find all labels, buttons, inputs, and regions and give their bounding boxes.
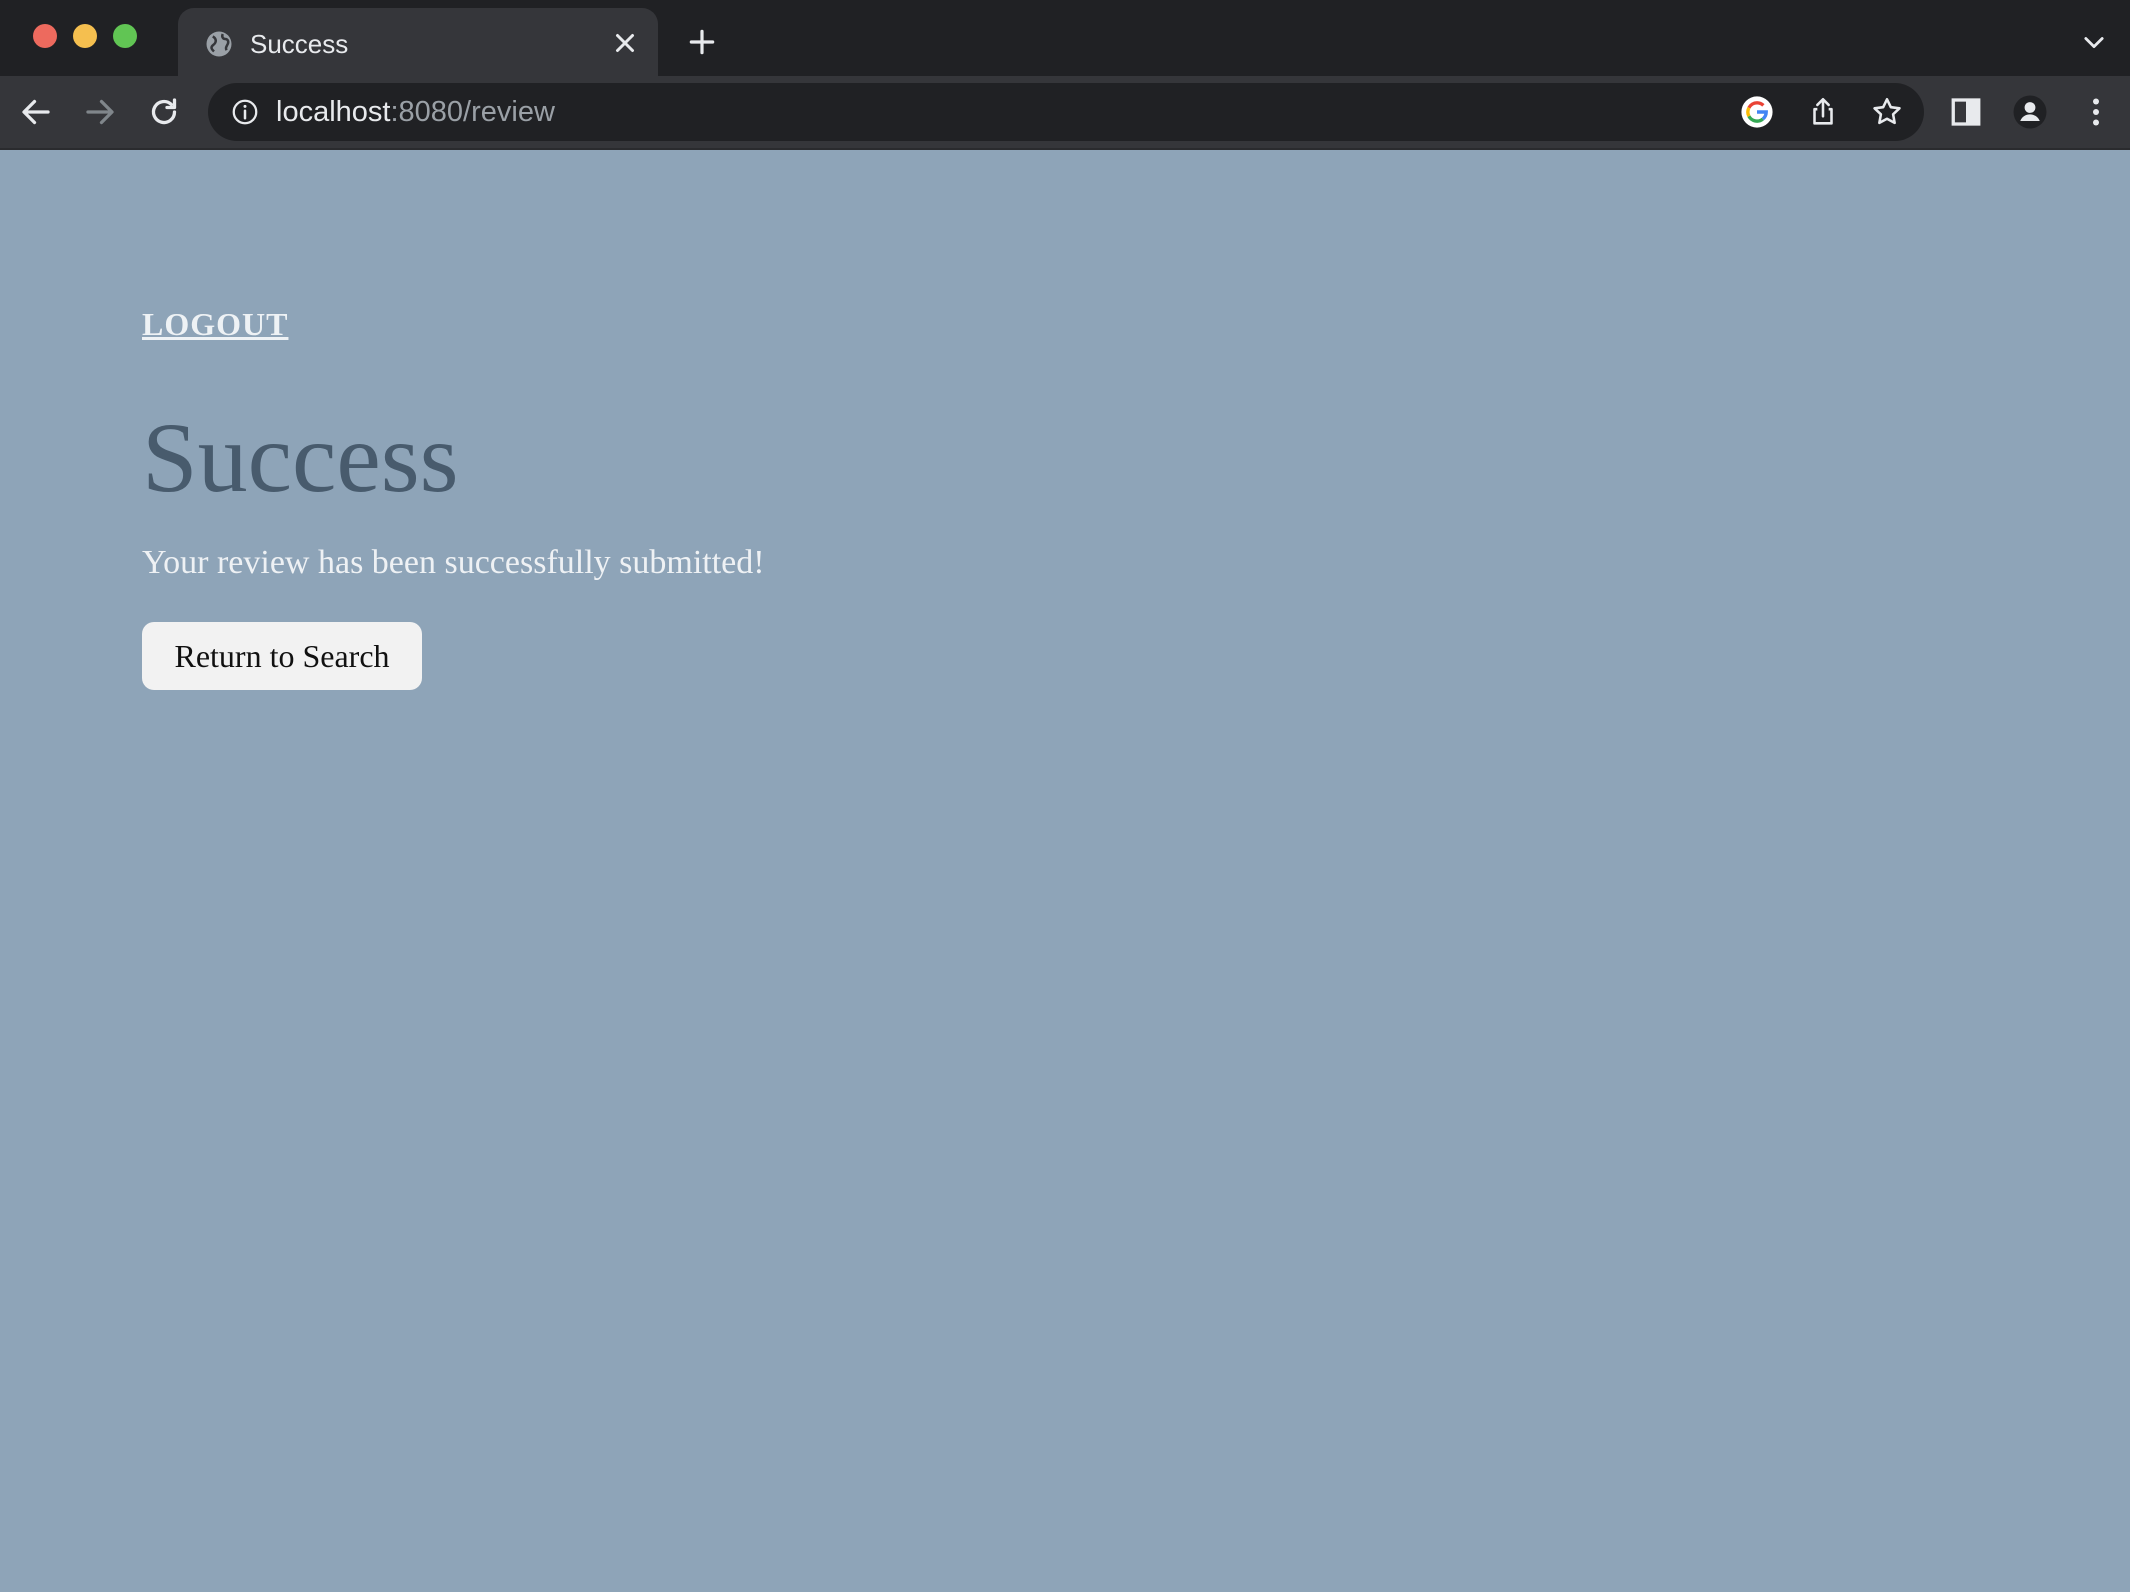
browser-tabstrip: Success [0,0,2130,76]
success-message: Your review has been successfully submit… [142,544,765,581]
page-title: Success [142,402,459,513]
share-icon[interactable] [1806,95,1840,129]
return-to-search-button[interactable]: Return to Search [142,622,422,690]
profile-icon[interactable] [2012,94,2048,130]
logout-link[interactable]: LOGOUT [142,306,288,343]
info-icon[interactable] [230,97,260,127]
arrow-right-icon[interactable] [82,94,118,130]
window-zoom-button[interactable] [113,24,137,48]
arrow-left-icon[interactable] [18,94,54,130]
close-icon[interactable] [610,28,640,58]
window-minimize-button[interactable] [73,24,97,48]
url-path: :8080/review [390,96,555,128]
chevron-down-icon[interactable] [2080,28,2108,56]
kebab-menu-icon[interactable] [2078,94,2114,130]
google-icon[interactable] [1740,95,1774,129]
browser-toolbar: localhost:8080/review [0,76,2130,150]
url-host: localhost [276,96,391,128]
tab-title: Success [250,29,349,59]
globe-icon [206,31,232,57]
address-bar[interactable]: localhost:8080/review [208,83,1924,141]
star-icon[interactable] [1870,95,1904,129]
window-close-button[interactable] [33,24,57,48]
plus-icon[interactable] [686,26,718,58]
url-text[interactable]: localhost:8080/review [276,95,555,129]
reload-icon[interactable] [146,94,182,130]
side-panel-icon[interactable] [1948,94,1984,130]
browser-tab-active[interactable]: Success [178,8,658,76]
